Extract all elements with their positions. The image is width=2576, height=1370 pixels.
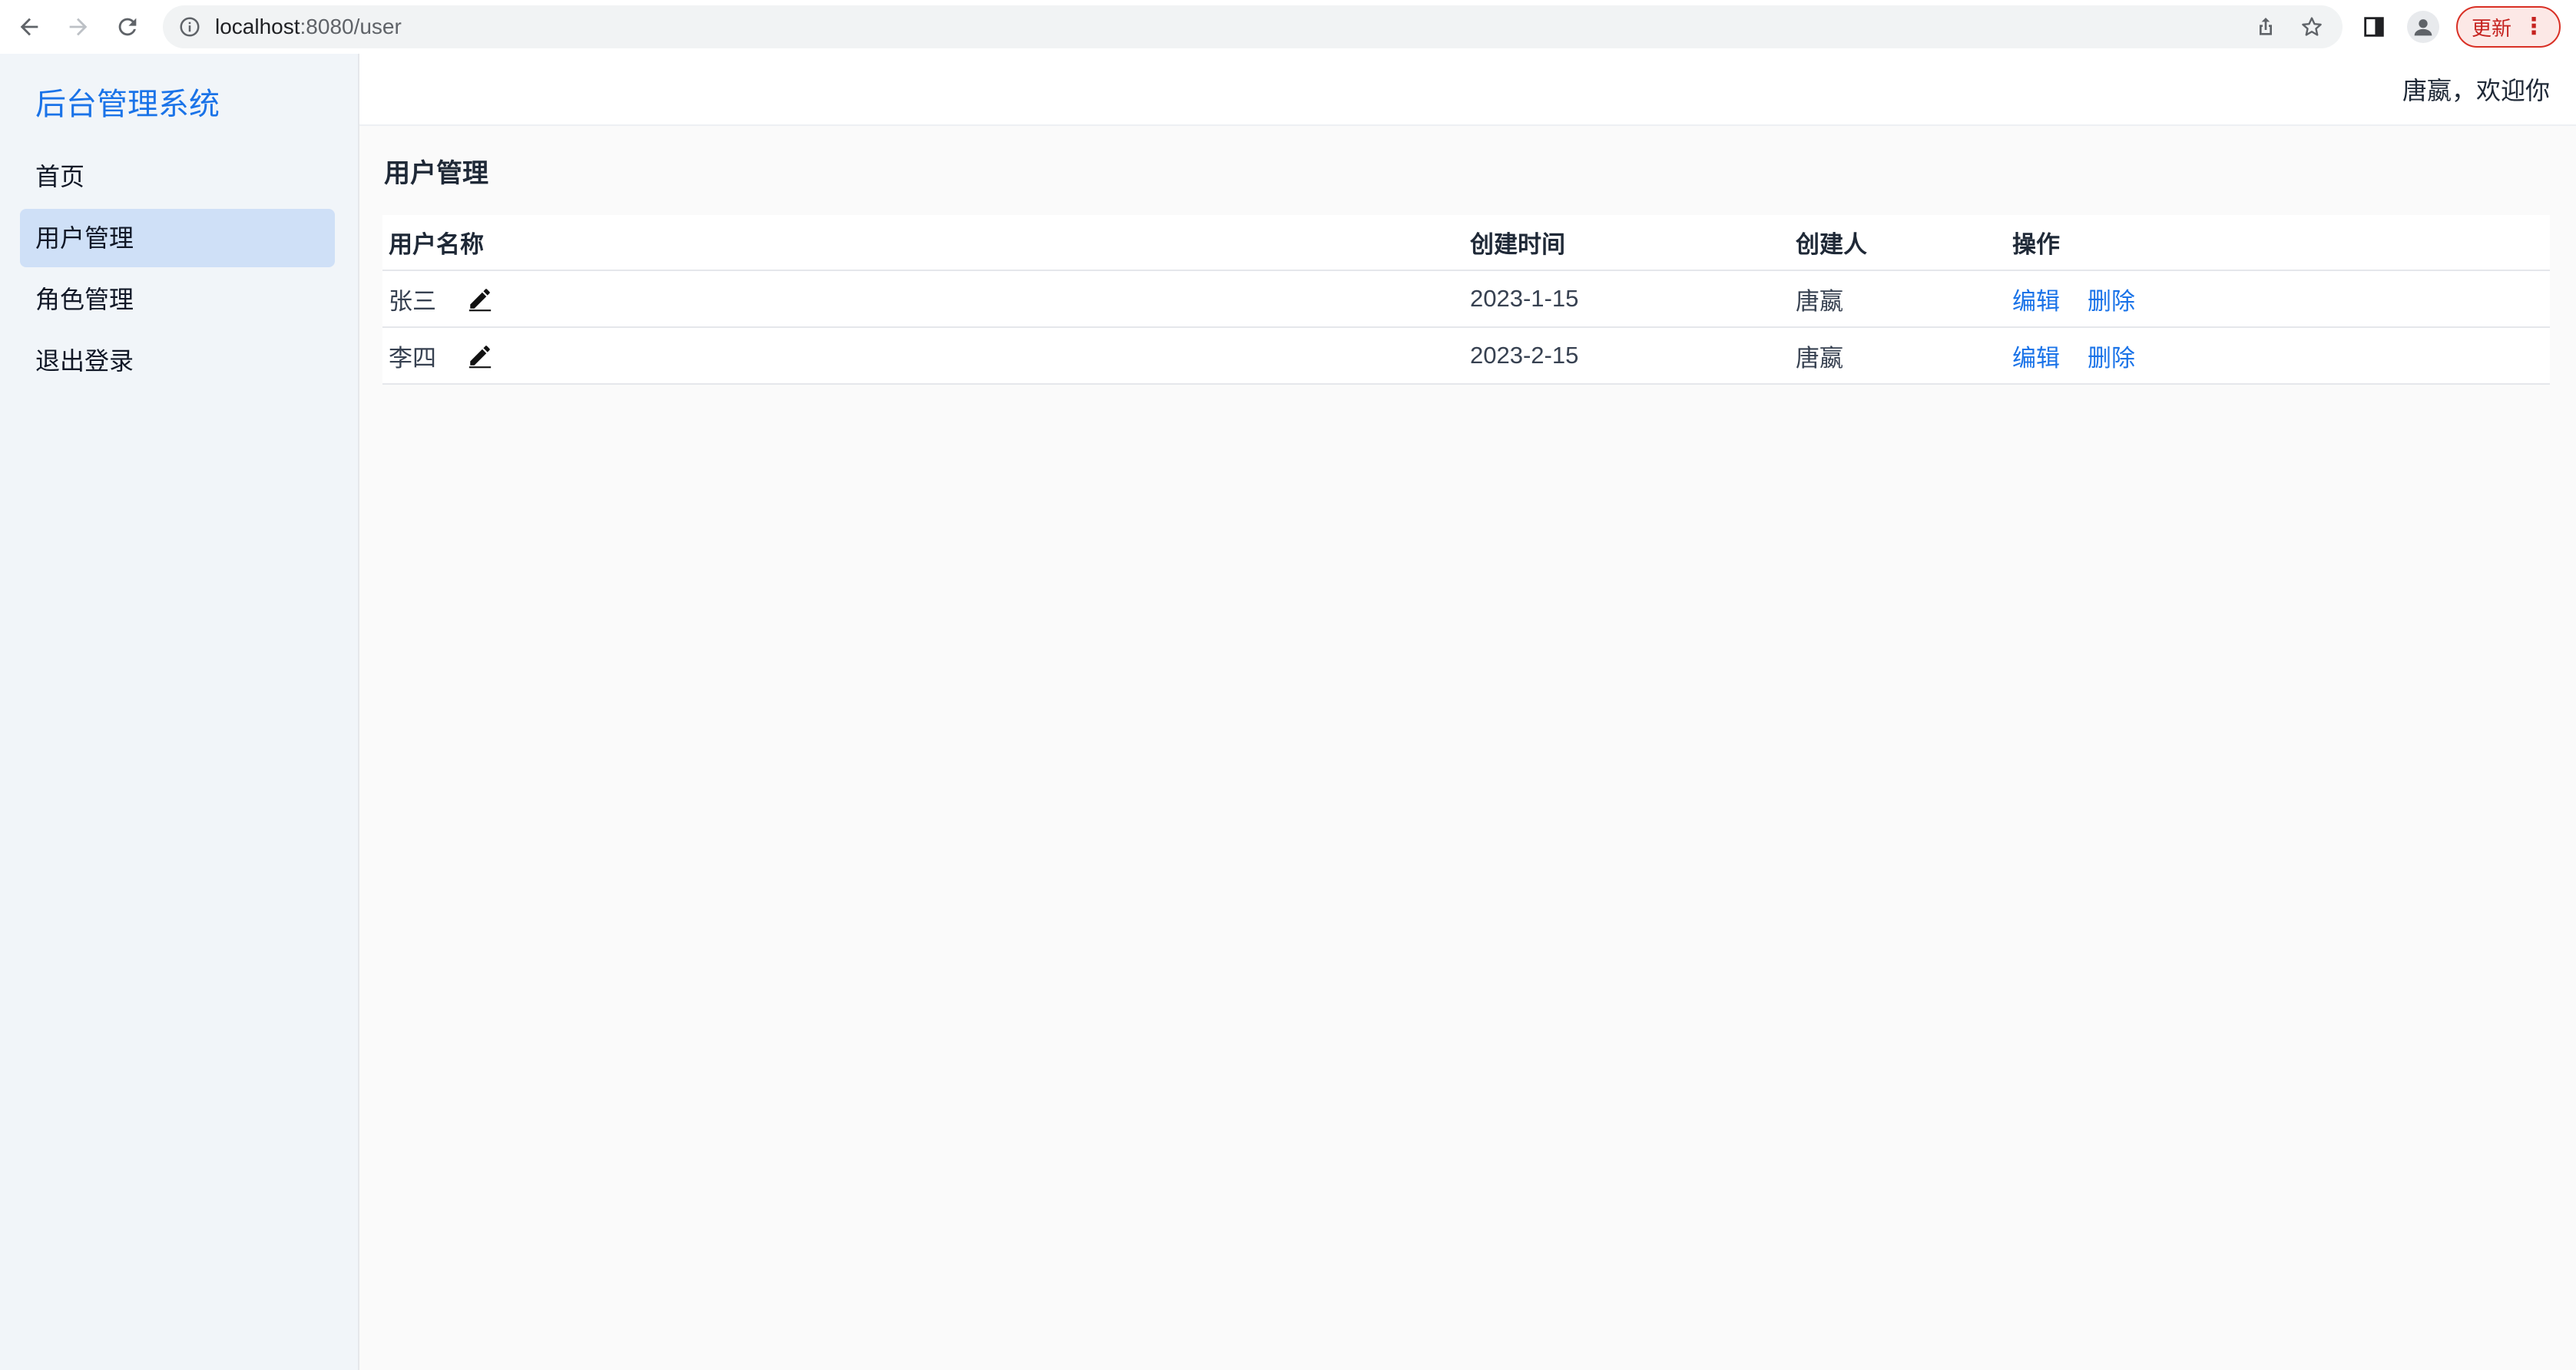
delete-link[interactable]: 删除 [2088,288,2135,315]
reload-icon [118,18,137,36]
pencil-icon[interactable] [467,342,493,369]
cell-actions: 编辑 删除 [2006,327,2550,385]
cell-username: 李四 [382,327,1464,385]
sidebar-item-logout[interactable]: 退出登录 [20,332,335,390]
side-panel-icon[interactable] [2361,14,2387,40]
profile-icon [2414,19,2432,36]
delete-link[interactable]: 删除 [2088,345,2135,372]
sidebar-item-role-management[interactable]: 角色管理 [20,270,335,329]
cell-created-at: 2023-1-15 [1464,270,1790,328]
update-label: 更新 [2471,16,2511,40]
edit-link[interactable]: 编辑 [2012,288,2060,315]
column-header-creator: 创建人 [1790,215,2006,271]
brand-title: 后台管理系统 [35,88,220,121]
user-table-container: 用户名称 创建时间 创建人 操作 张三 2023-1-15 唐嬴 编辑 删除 李… [382,215,2550,385]
share-icon[interactable] [2253,15,2278,39]
sidebar: 后台管理系统 首页 用户管理 角色管理 退出登录 [0,54,359,1370]
profile-button[interactable] [2407,11,2439,43]
table-row: 张三 2023-1-15 唐嬴 编辑 删除 [382,270,2550,328]
cell-actions: 编辑 删除 [2006,270,2550,328]
table-header-row: 用户名称 创建时间 创建人 操作 [382,215,2550,271]
username-text: 李四 [389,344,436,372]
username-text: 张三 [389,287,436,315]
welcome-text: 唐嬴，欢迎你 [2402,77,2550,104]
sidebar-item-user-management[interactable]: 用户管理 [20,209,335,267]
reload-button[interactable] [111,10,144,44]
cell-creator: 唐嬴 [1790,327,2006,385]
cell-created-at: 2023-2-15 [1464,327,1790,385]
forward-button[interactable] [61,10,95,44]
page-title: 用户管理 [384,159,488,188]
user-table: 用户名称 创建时间 创建人 操作 张三 2023-1-15 唐嬴 编辑 删除 李… [382,215,2550,385]
top-header: 唐嬴，欢迎你 [359,54,2576,126]
back-button[interactable] [12,10,46,44]
info-icon[interactable] [178,15,201,38]
table-row: 李四 2023-2-15 唐嬴 编辑 删除 [382,327,2550,385]
edit-link[interactable]: 编辑 [2012,345,2060,372]
address-bar[interactable]: localhost:8080/user [163,5,2343,48]
forward-arrow-icon [69,18,88,36]
kebab-menu-icon: ⋮ [2522,14,2545,39]
sidebar-item-home[interactable]: 首页 [20,147,335,206]
url-path: :8080/user [300,15,402,38]
cell-creator: 唐嬴 [1790,270,2006,328]
pencil-icon[interactable] [467,286,493,312]
column-header-username: 用户名称 [382,215,1464,271]
app-shell: 后台管理系统 首页 用户管理 角色管理 退出登录 唐嬴，欢迎你 用户管理 用户名… [0,54,2576,1370]
browser-toolbar: localhost:8080/user 更新 ⋮ [0,0,2576,54]
url-host: localhost [215,15,300,38]
column-header-actions: 操作 [2006,215,2550,271]
main-content: 唐嬴，欢迎你 用户管理 用户名称 创建时间 创建人 操作 张三 2023-1-1… [359,54,2576,1370]
star-icon[interactable] [2300,15,2324,39]
update-button[interactable]: 更新 ⋮ [2456,6,2561,48]
url-text[interactable]: localhost:8080/user [215,15,402,39]
column-header-created-at: 创建时间 [1464,215,1790,271]
cell-username: 张三 [382,270,1464,328]
back-arrow-icon [20,18,38,36]
